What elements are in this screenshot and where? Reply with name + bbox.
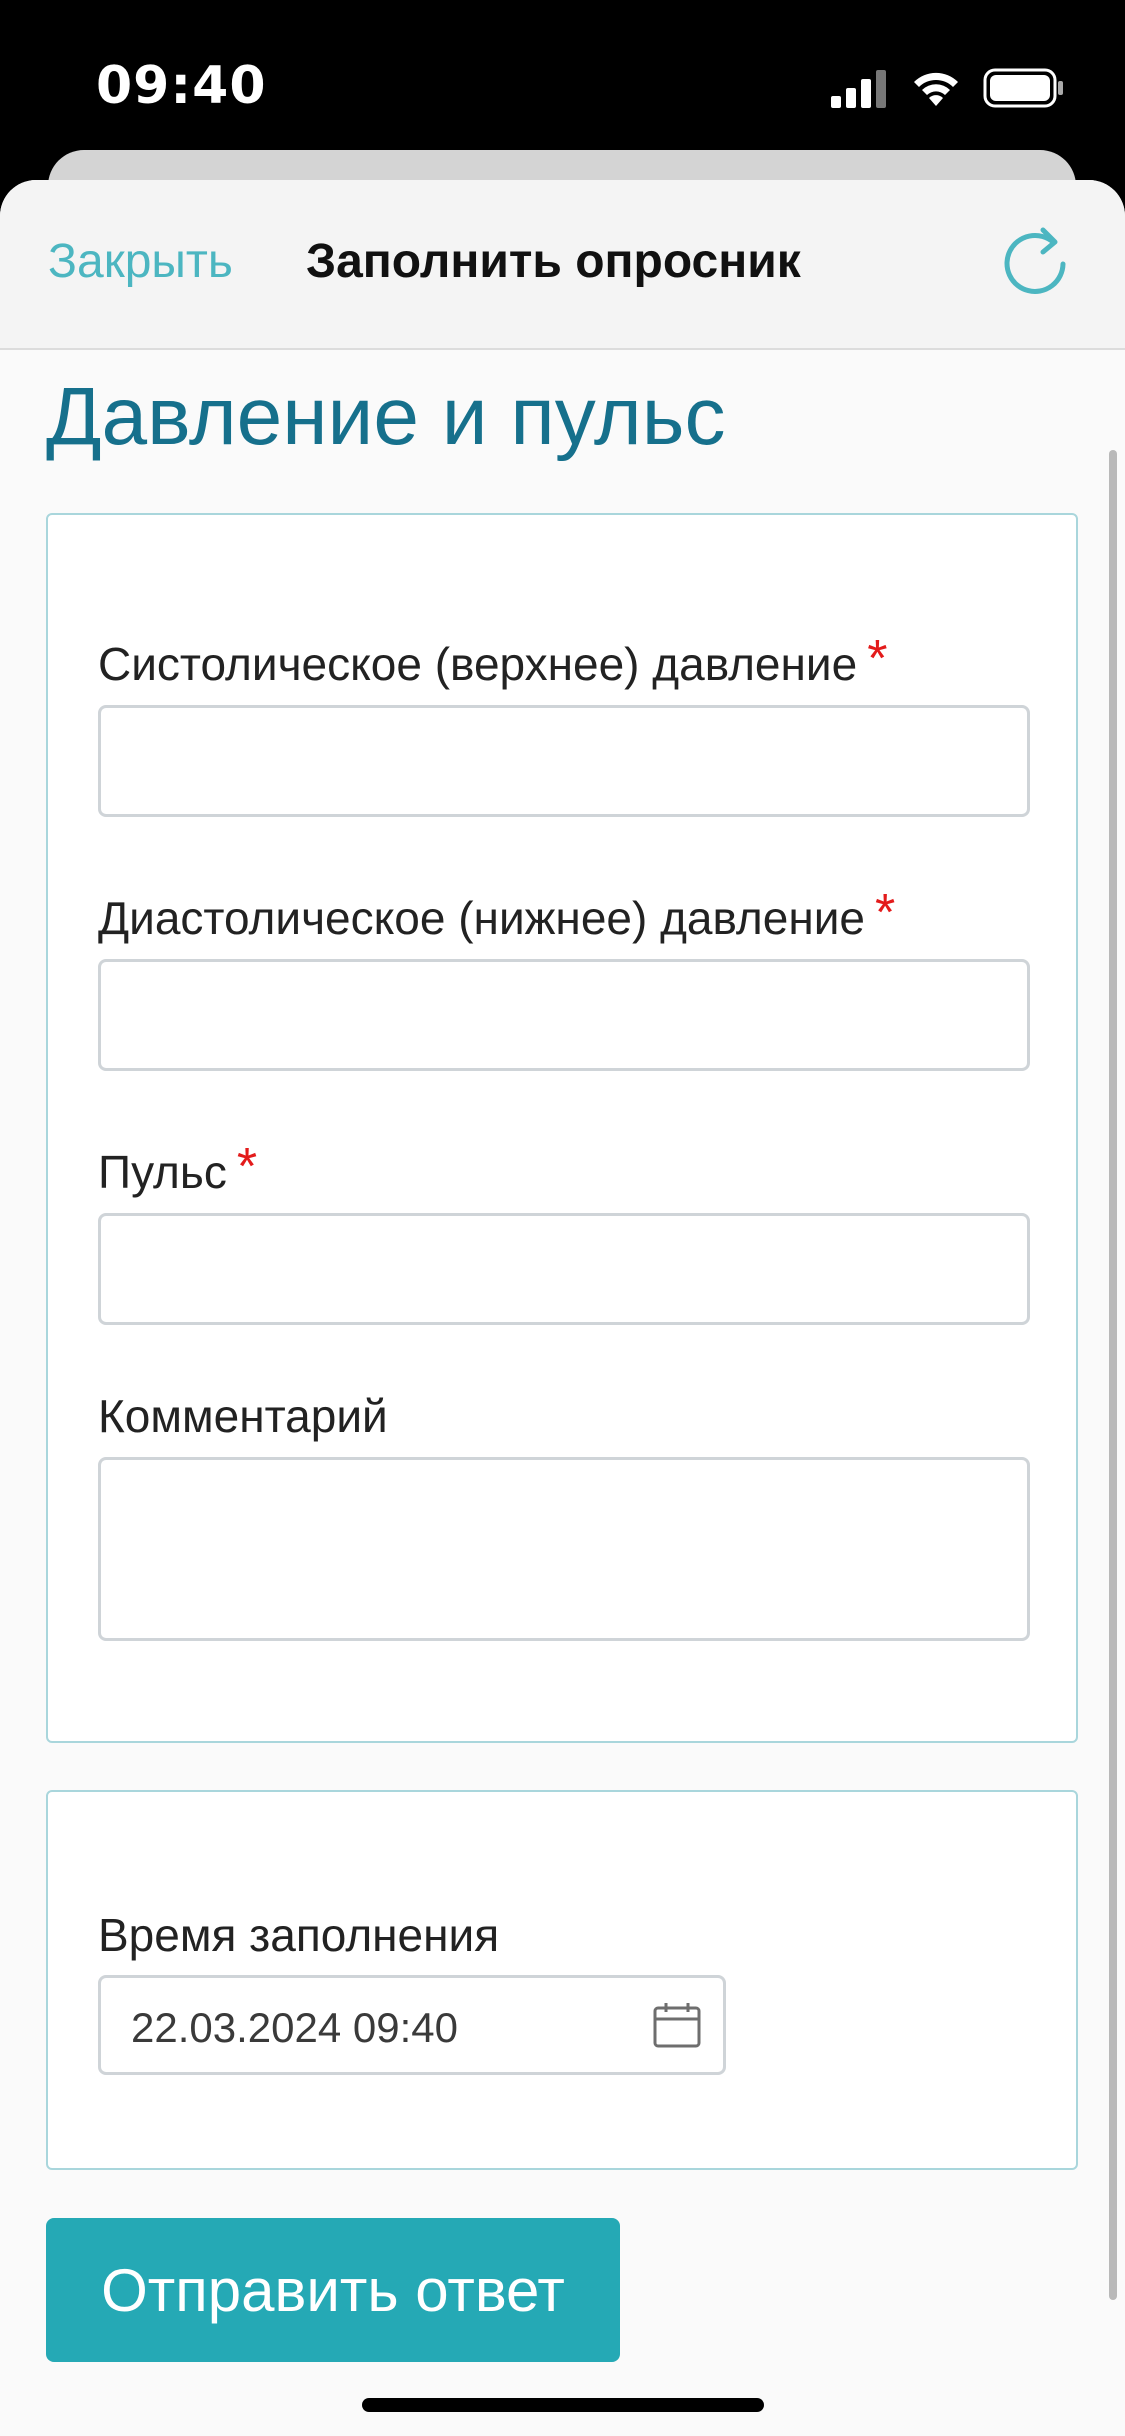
comment-textarea[interactable] xyxy=(98,1457,1030,1641)
wifi-icon xyxy=(914,72,958,106)
systolic-input[interactable] xyxy=(98,705,1030,817)
diastolic-label: Диастолическое (нижнее) давление * xyxy=(98,884,896,947)
pulse-label: Пульс * xyxy=(98,1138,258,1201)
scrollbar[interactable] xyxy=(1109,450,1117,2300)
screen: 09:40 Закрыть Заполнить опросник Давлени… xyxy=(0,0,1125,2436)
home-indicator xyxy=(362,2398,764,2412)
nav-title: Заполнить опросник xyxy=(306,235,801,288)
systolic-label: Систолическое (верхнее) давление * xyxy=(98,630,888,693)
status-bar: 09:40 xyxy=(0,0,1125,150)
fill-time-card: Время заполнения 22.03.2024 09:40 xyxy=(46,1790,1078,2170)
fill-time-value: 22.03.2024 09:40 xyxy=(131,2004,458,2051)
status-time: 09:40 xyxy=(96,56,267,116)
cellular-signal-icon xyxy=(831,70,886,108)
status-icons xyxy=(829,64,1065,112)
required-mark: * xyxy=(867,630,888,688)
questionnaire-sheet: Закрыть Заполнить опросник Давление и пу… xyxy=(0,180,1125,2436)
navigation-bar: Закрыть Заполнить опросник xyxy=(0,180,1125,350)
comment-label: Комментарий xyxy=(98,1390,388,1442)
measurements-card: Систолическое (верхнее) давление * Диасто… xyxy=(46,513,1078,1743)
calendar-icon[interactable] xyxy=(651,2000,703,2052)
battery-icon xyxy=(983,68,1063,108)
diastolic-input[interactable] xyxy=(98,959,1030,1071)
systolic-label-text: Систолическое (верхнее) давление xyxy=(98,638,858,690)
refresh-icon[interactable] xyxy=(997,222,1077,302)
submit-button[interactable]: Отправить ответ xyxy=(46,2218,620,2362)
form-content: Давление и пульс Систолическое (верхнее)… xyxy=(0,350,1125,2436)
page-title: Давление и пульс xyxy=(46,371,726,462)
fill-time-label: Время заполнения xyxy=(98,1909,500,1961)
required-mark: * xyxy=(236,1138,258,1196)
fill-time-input[interactable]: 22.03.2024 09:40 xyxy=(98,1975,726,2075)
pulse-label-text: Пульс xyxy=(98,1146,227,1198)
required-mark: * xyxy=(875,884,896,942)
pulse-input[interactable] xyxy=(98,1213,1030,1325)
close-button[interactable]: Закрыть xyxy=(48,234,233,289)
diastolic-label-text: Диастолическое (нижнее) давление xyxy=(98,892,865,944)
